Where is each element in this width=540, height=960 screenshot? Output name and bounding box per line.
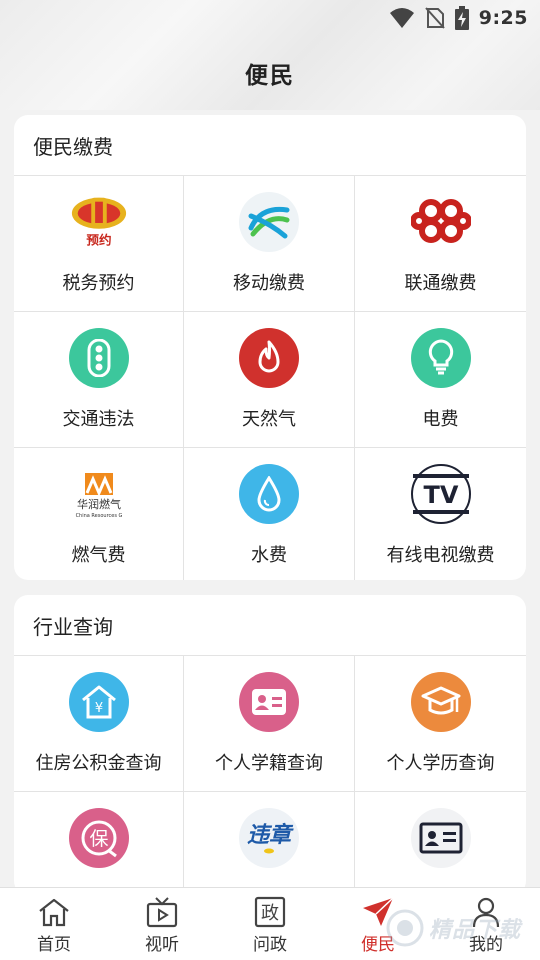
china-mobile-icon (239, 192, 299, 252)
query-item-violation[interactable]: 违章 (184, 792, 355, 895)
violation-icon: 违章 (239, 808, 299, 868)
tv-icon: TV (410, 464, 471, 524)
query-item-insurance[interactable]: 保 (14, 792, 184, 895)
no-sim-icon (424, 7, 445, 29)
query-item-housing-fund[interactable]: ¥ 住房公积金查询 (14, 656, 184, 792)
battery-charging-icon (454, 6, 469, 30)
service-label: 水费 (251, 545, 287, 566)
china-resources-gas-icon: 华润燃气 China Resources G (69, 464, 129, 524)
student-id-icon (239, 672, 299, 732)
nav-label: 首页 (37, 935, 71, 955)
query-label: 住房公积金查询 (35, 753, 162, 774)
nav-home[interactable]: 首页 (0, 888, 108, 960)
home-icon (37, 896, 71, 928)
query-item-student-status[interactable]: 个人学籍查询 (184, 656, 355, 792)
svg-text:¥: ¥ (94, 701, 102, 716)
service-item-natural-gas[interactable]: 天然气 (184, 312, 355, 448)
id-card-icon (410, 808, 471, 868)
svg-text:违章: 违章 (247, 822, 294, 848)
service-label: 税务预约 (62, 273, 135, 294)
lightbulb-icon (410, 328, 471, 388)
svg-text:TV: TV (423, 481, 458, 509)
service-label: 联通缴费 (404, 273, 477, 294)
service-item-gas-fee[interactable]: 华润燃气 China Resources G 燃气费 (14, 448, 184, 580)
service-label: 天然气 (242, 409, 296, 430)
section-title: 便民缴费 (33, 134, 113, 159)
watermark-text: 精品下载 (429, 918, 522, 943)
query-item-id-card[interactable] (355, 792, 526, 895)
page-title-bar: 便民 (0, 50, 540, 96)
wifi-icon (389, 7, 415, 29)
payment-section: 便民缴费 预约 税务预约 移动缴费 联通缴费 交通违法 天然气 电费 华润燃气 … (14, 115, 526, 580)
section-header: 行业查询 (14, 595, 526, 656)
tax-emblem-icon: 预约 (69, 192, 129, 252)
service-item-traffic[interactable]: 交通违法 (14, 312, 184, 448)
service-label: 有线电视缴费 (386, 545, 495, 566)
watermark: 精品下载 (385, 900, 540, 956)
status-time: 9:25 (478, 7, 528, 29)
service-item-unicom[interactable]: 联通缴费 (355, 176, 526, 312)
svg-text:华润燃气: 华润燃气 (77, 497, 121, 511)
nav-label: 视听 (145, 935, 179, 955)
service-item-mobile[interactable]: 移动缴费 (184, 176, 355, 312)
service-item-tax[interactable]: 预约 税务预约 (14, 176, 184, 312)
flame-icon (239, 328, 299, 388)
service-label: 交通违法 (62, 409, 135, 430)
nav-label: 问政 (253, 935, 287, 955)
service-label: 移动缴费 (233, 273, 305, 294)
traffic-light-icon (68, 328, 129, 388)
svg-text:保: 保 (89, 828, 108, 850)
nav-video[interactable]: 视听 (108, 888, 216, 960)
query-label: 个人学籍查询 (215, 753, 323, 774)
china-unicom-icon (410, 192, 471, 252)
graduation-cap-icon (410, 672, 471, 732)
svg-text:预约: 预约 (86, 232, 111, 247)
query-section: 行业查询 ¥ 住房公积金查询 个人学籍查询 个人学历查询 保 违章 (14, 595, 526, 895)
svg-text:China Resources G: China Resources G (75, 513, 122, 519)
section-header: 便民缴费 (14, 115, 526, 176)
service-label: 燃气费 (71, 545, 126, 566)
service-item-electricity[interactable]: 电费 (355, 312, 526, 448)
service-item-water[interactable]: 水费 (184, 448, 355, 580)
water-drop-icon (239, 464, 299, 524)
section-title: 行业查询 (33, 614, 113, 639)
service-item-cable-tv[interactable]: TV 有线电视缴费 (355, 448, 526, 580)
watermark-logo-icon (386, 909, 424, 947)
insurance-icon: 保 (68, 808, 129, 868)
query-label: 个人学历查询 (386, 753, 495, 774)
housing-fund-icon: ¥ (68, 672, 129, 732)
zheng-icon: 政 (254, 896, 286, 928)
service-label: 电费 (422, 409, 459, 430)
query-item-education[interactable]: 个人学历查询 (355, 656, 526, 792)
nav-politics[interactable]: 政 问政 (216, 888, 324, 960)
page-title: 便民 (245, 63, 295, 89)
tv-play-icon (146, 896, 178, 928)
status-bar: 9:25 (0, 0, 540, 36)
svg-text:政: 政 (261, 903, 279, 924)
